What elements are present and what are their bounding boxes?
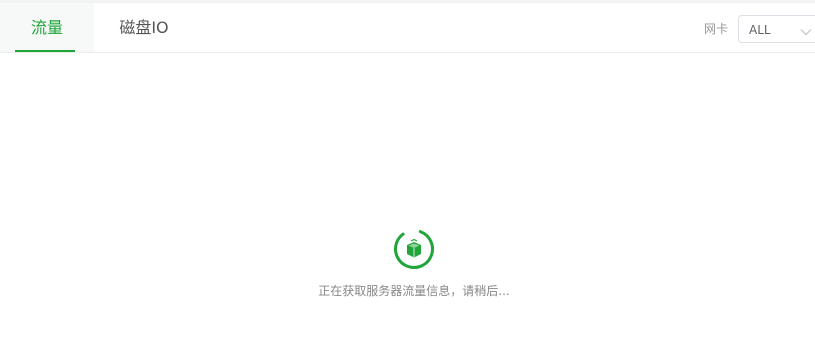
server-loading-icon [393, 228, 435, 270]
nic-select[interactable]: ALL [738, 15, 815, 43]
tab-disk-io[interactable]: 磁盘IO [100, 3, 188, 52]
loading-message: 正在获取服务器流量信息，请稍后... [318, 284, 510, 298]
tab-traffic[interactable]: 流量 [0, 3, 94, 52]
active-tab-indicator [15, 50, 75, 52]
tab-disk-io-label: 磁盘IO [119, 18, 169, 37]
tab-traffic-label: 流量 [30, 18, 63, 37]
nic-select-value: ALL [749, 23, 771, 37]
monitor-header: 流量 磁盘IO 网卡 ALL [0, 3, 815, 53]
chevron-down-icon [800, 23, 812, 42]
nic-filter-label: 网卡 [704, 22, 729, 36]
